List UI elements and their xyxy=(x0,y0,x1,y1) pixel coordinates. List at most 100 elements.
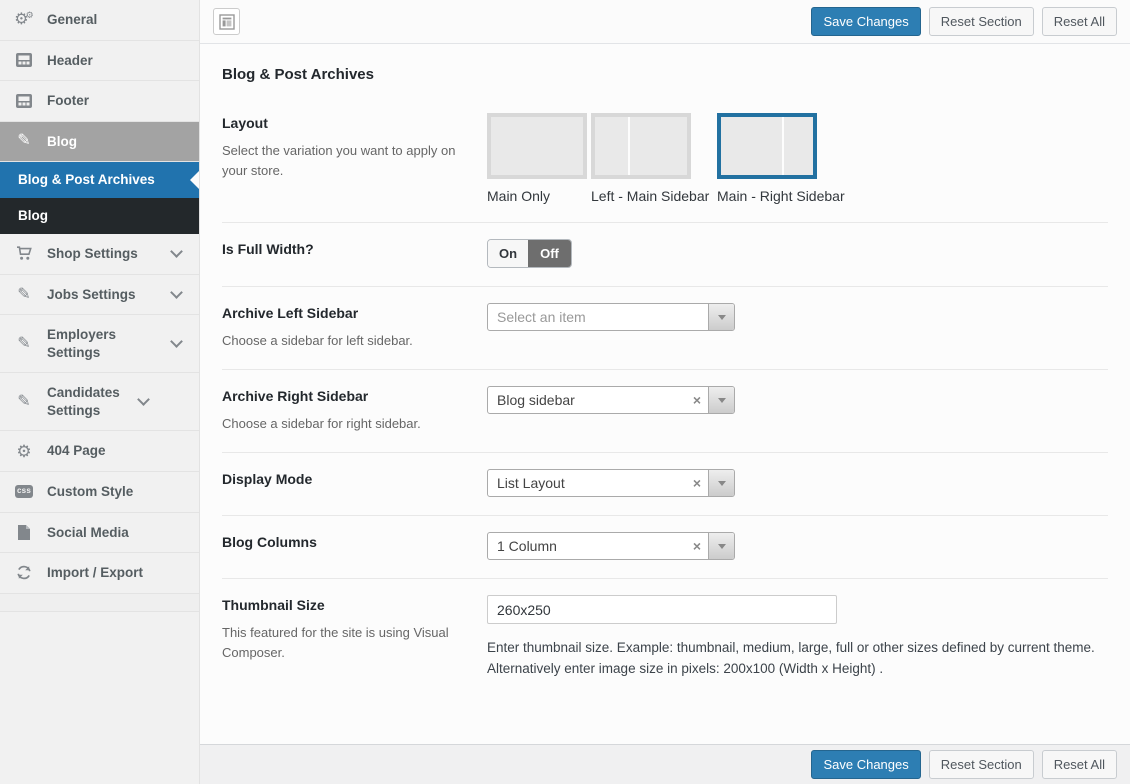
footer-layout-icon xyxy=(14,94,34,108)
pencil-icon: ✎ xyxy=(14,287,34,303)
reset-all-button[interactable]: Reset All xyxy=(1042,7,1117,36)
setting-row-layout: Layout Select the variation you want to … xyxy=(222,97,1108,223)
sidebar-item-footer[interactable]: Footer xyxy=(0,81,199,122)
header-layout-icon xyxy=(14,53,34,67)
clear-selection-icon[interactable]: × xyxy=(686,538,708,554)
pencil-icon: ✎ xyxy=(14,336,34,352)
archive-left-sidebar-description: Choose a sidebar for left sidebar. xyxy=(222,331,462,351)
gear-icon: ⚙ xyxy=(14,443,34,460)
reset-section-button-bottom[interactable]: Reset Section xyxy=(929,750,1034,779)
layout-description: Select the variation you want to apply o… xyxy=(222,141,462,181)
archive-right-sidebar-select[interactable]: Blog sidebar × xyxy=(487,386,735,414)
sidebar-item-label: Footer xyxy=(47,92,189,110)
sidebar-item-label: Blog & Post Archives xyxy=(18,171,189,189)
top-toolbar: Save Changes Reset Section Reset All xyxy=(200,0,1130,44)
dropdown-arrow-button[interactable] xyxy=(708,387,734,413)
sidebar-item-blog[interactable]: ✎ Blog xyxy=(0,122,199,163)
settings-sidebar: ⚙⚙ General Header Footer ✎ Blog Blog & P… xyxy=(0,0,200,784)
chevron-down-icon xyxy=(170,335,183,348)
sidebar-item-label: Social Media xyxy=(47,524,189,542)
thumbnail-size-help: Enter thumbnail size. Example: thumbnail… xyxy=(487,638,1108,679)
sidebar-item-label: Blog xyxy=(18,207,189,225)
reset-section-button[interactable]: Reset Section xyxy=(929,7,1034,36)
sidebar-item-general[interactable]: ⚙⚙ General xyxy=(0,0,199,41)
reset-all-button-bottom[interactable]: Reset All xyxy=(1042,750,1117,779)
sidebar-item-candidates-settings[interactable]: ✎ Candidates Settings xyxy=(0,373,199,431)
select-value: 1 Column xyxy=(488,538,686,554)
layout-icon xyxy=(219,14,235,30)
display-mode-select[interactable]: List Layout × xyxy=(487,469,735,497)
sidebar-item-label: Shop Settings xyxy=(47,245,172,263)
blog-columns-label: Blog Columns xyxy=(222,534,462,550)
caret-down-icon xyxy=(718,544,726,549)
dropdown-arrow-button[interactable] xyxy=(708,533,734,559)
full-width-toggle: On Off xyxy=(487,239,572,268)
sidebar-item-social-media[interactable]: Social Media xyxy=(0,513,199,554)
sidebar-item-import-export[interactable]: Import / Export xyxy=(0,553,199,594)
display-mode-label: Display Mode xyxy=(222,471,462,487)
caret-down-icon xyxy=(718,315,726,320)
archive-left-sidebar-select[interactable]: Select an item xyxy=(487,303,735,331)
chevron-down-icon xyxy=(170,246,183,259)
sidebar-item-blog-sub[interactable]: Blog xyxy=(0,198,199,234)
clear-selection-icon[interactable]: × xyxy=(686,475,708,491)
page-title: Blog & Post Archives xyxy=(200,44,1130,97)
sidebar-item-label: Custom Style xyxy=(47,483,189,501)
thumbnail-size-description: This featured for the site is using Visu… xyxy=(222,623,462,663)
sidebar-item-label: Jobs Settings xyxy=(47,286,172,304)
save-changes-button[interactable]: Save Changes xyxy=(811,7,920,36)
sidebar-item-404-page[interactable]: ⚙ 404 Page xyxy=(0,431,199,472)
dropdown-arrow-button[interactable] xyxy=(708,304,734,330)
content-panel: Save Changes Reset Section Reset All Blo… xyxy=(200,0,1130,784)
sidebar-item-blog-post-archives[interactable]: Blog & Post Archives xyxy=(0,162,199,198)
save-changes-button-bottom[interactable]: Save Changes xyxy=(811,750,920,779)
blog-columns-select[interactable]: 1 Column × xyxy=(487,532,735,560)
sidebar-item-header[interactable]: Header xyxy=(0,41,199,82)
sidebar-item-label: 404 Page xyxy=(47,442,189,460)
setting-row-display-mode: Display Mode List Layout × xyxy=(222,453,1108,516)
sidebar-item-label: Import / Export xyxy=(47,564,189,582)
layout-option-main-right-sidebar[interactable]: Main - Right Sidebar xyxy=(717,113,817,204)
select-value: List Layout xyxy=(488,475,686,491)
setting-row-blog-columns: Blog Columns 1 Column × xyxy=(222,516,1108,579)
chevron-down-icon xyxy=(170,286,183,299)
setting-row-full-width: Is Full Width? On Off xyxy=(222,223,1108,287)
setting-row-archive-left-sidebar: Archive Left Sidebar Choose a sidebar fo… xyxy=(222,287,1108,370)
sidebar-item-custom-style[interactable]: css Custom Style xyxy=(0,472,199,513)
sidebar-item-employers-settings[interactable]: ✎ Employers Settings xyxy=(0,315,199,373)
layout-thumbnail-right-sidebar xyxy=(717,113,817,179)
toggle-off-button[interactable]: Off xyxy=(528,240,571,267)
pencil-icon: ✎ xyxy=(14,394,34,410)
gears-icon: ⚙⚙ xyxy=(14,12,34,28)
sync-icon xyxy=(14,565,34,580)
dropdown-arrow-button[interactable] xyxy=(708,470,734,496)
pencil-icon: ✎ xyxy=(14,133,34,149)
theme-options-window: ⚙⚙ General Header Footer ✎ Blog Blog & P… xyxy=(0,0,1130,784)
css-badge-icon: css xyxy=(14,485,34,498)
layout-label: Layout xyxy=(222,115,462,131)
toggle-on-button[interactable]: On xyxy=(488,240,528,267)
sidebar-item-shop-settings[interactable]: Shop Settings xyxy=(0,234,199,275)
sidebar-item-label: Header xyxy=(47,52,189,70)
setting-row-thumbnail-size: Thumbnail Size This featured for the sit… xyxy=(222,579,1108,697)
archive-left-sidebar-label: Archive Left Sidebar xyxy=(222,305,462,321)
archive-right-sidebar-label: Archive Right Sidebar xyxy=(222,388,462,404)
caret-down-icon xyxy=(718,481,726,486)
full-width-label: Is Full Width? xyxy=(222,241,462,257)
layout-thumbnail-left-sidebar xyxy=(591,113,691,179)
sidebar-item-jobs-settings[interactable]: ✎ Jobs Settings xyxy=(0,275,199,316)
archive-right-sidebar-description: Choose a sidebar for right sidebar. xyxy=(222,414,462,434)
setting-row-archive-right-sidebar: Archive Right Sidebar Choose a sidebar f… xyxy=(222,370,1108,453)
sidebar-item-label: Employers Settings xyxy=(47,326,172,361)
sidebar-item-label: Blog xyxy=(47,133,189,151)
layout-option-main-only[interactable]: Main Only xyxy=(487,113,587,204)
sidebar-item-label: Candidates Settings xyxy=(47,384,139,419)
thumbnail-size-input[interactable] xyxy=(487,595,837,624)
clear-selection-icon[interactable]: × xyxy=(686,392,708,408)
sidebar-item-label: General xyxy=(47,11,189,29)
layout-option-left-main-sidebar[interactable]: Left - Main Sidebar xyxy=(591,113,691,204)
caret-down-icon xyxy=(718,398,726,403)
layout-thumbnail-main-only xyxy=(487,113,587,179)
thumbnail-size-label: Thumbnail Size xyxy=(222,597,462,613)
toggle-layout-icon-button[interactable] xyxy=(213,8,240,35)
